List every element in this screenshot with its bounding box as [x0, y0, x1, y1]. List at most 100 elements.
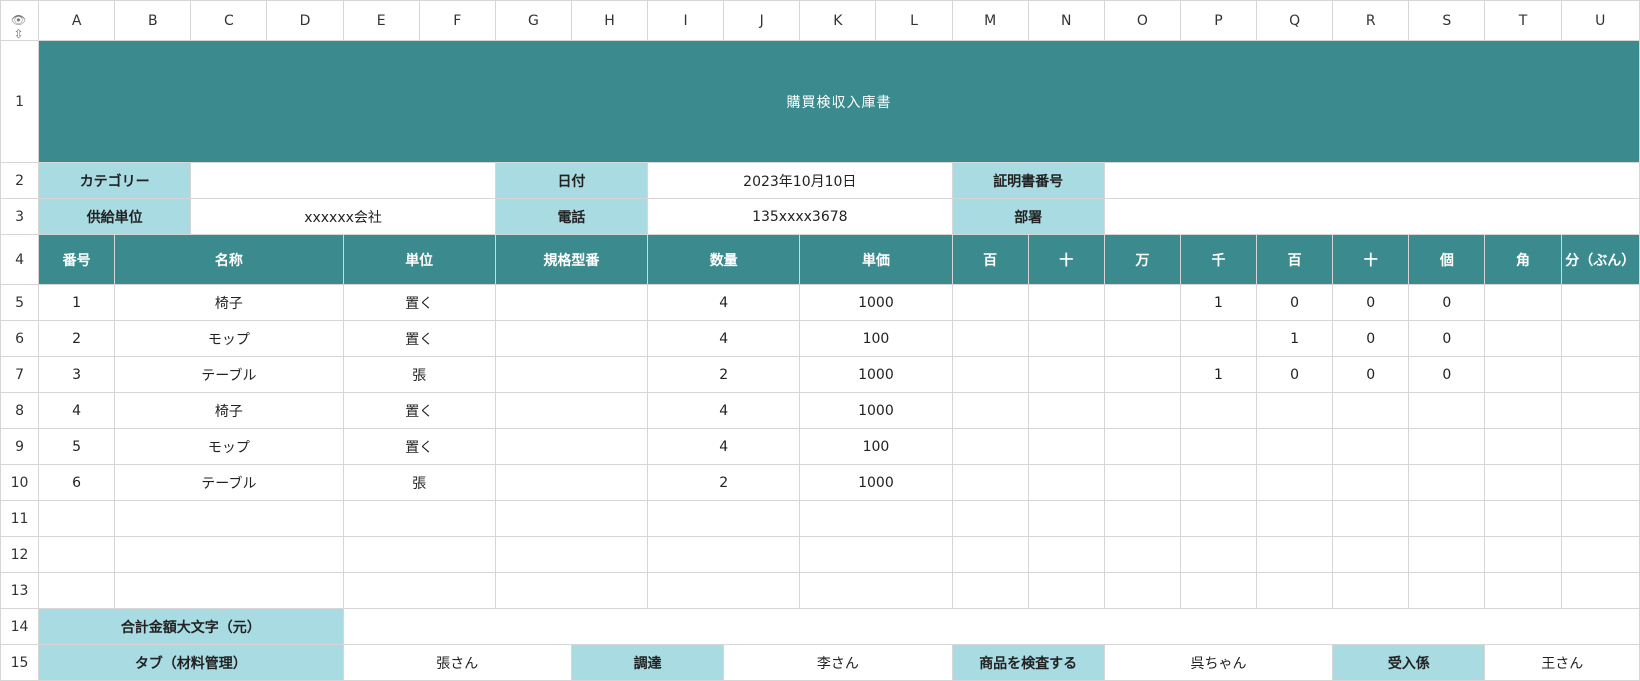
- cell-digit[interactable]: [1103, 356, 1181, 393]
- column-header-t[interactable]: T: [1484, 0, 1562, 41]
- cell-digit[interactable]: [1408, 500, 1486, 537]
- cell-digit[interactable]: [951, 500, 1029, 537]
- cell-digit[interactable]: [1179, 392, 1258, 429]
- cell-digit[interactable]: 0: [1332, 356, 1410, 393]
- column-header-l[interactable]: L: [875, 0, 953, 41]
- cell-name[interactable]: [114, 536, 344, 573]
- cell-no[interactable]: [38, 500, 116, 537]
- cell-name[interactable]: テーブル: [114, 356, 344, 393]
- cell-unit[interactable]: [342, 536, 496, 573]
- row-header-9[interactable]: 9: [0, 428, 40, 465]
- header-unit-price[interactable]: 単価: [799, 234, 953, 285]
- cell-digit[interactable]: [1103, 284, 1181, 321]
- header-digit-one[interactable]: 個: [1408, 234, 1486, 285]
- cell-name[interactable]: テーブル: [114, 464, 344, 501]
- column-header-f[interactable]: F: [418, 0, 496, 41]
- cell-digit[interactable]: [951, 464, 1029, 501]
- cell-digit[interactable]: [1027, 536, 1105, 573]
- column-header-a[interactable]: A: [38, 0, 116, 41]
- cell-digit[interactable]: 1: [1256, 320, 1334, 357]
- header-number[interactable]: 番号: [38, 234, 116, 285]
- cell-qty[interactable]: [647, 500, 801, 537]
- cell-unit[interactable]: 張: [342, 464, 496, 501]
- cell-no[interactable]: [38, 536, 116, 573]
- cell-name[interactable]: モップ: [114, 428, 344, 465]
- cell-digit[interactable]: [1103, 572, 1181, 609]
- cell-digit[interactable]: [1484, 500, 1562, 537]
- cell-digit[interactable]: [1332, 428, 1410, 465]
- dept-value[interactable]: [1103, 198, 1640, 235]
- cell-name[interactable]: モップ: [114, 320, 344, 357]
- cell-digit[interactable]: 1: [1179, 356, 1258, 393]
- cell-digit[interactable]: [951, 572, 1029, 609]
- column-header-k[interactable]: K: [799, 0, 877, 41]
- cell-unit[interactable]: 張: [342, 356, 496, 393]
- dept-label[interactable]: 部署: [951, 198, 1105, 235]
- cell-digit[interactable]: [1484, 572, 1562, 609]
- cell-name[interactable]: 椅子: [114, 284, 344, 321]
- cell-digit[interactable]: [1484, 392, 1562, 429]
- column-header-s[interactable]: S: [1408, 0, 1486, 41]
- cell-digit[interactable]: [1256, 392, 1334, 429]
- column-header-p[interactable]: P: [1179, 0, 1258, 41]
- cell-digit[interactable]: [1256, 536, 1334, 573]
- cell-unit[interactable]: 置く: [342, 284, 496, 321]
- row-header-11[interactable]: 11: [0, 500, 40, 537]
- cell-digit[interactable]: [1560, 536, 1640, 573]
- cell-spec[interactable]: [494, 572, 649, 609]
- cell-digit[interactable]: [1484, 428, 1562, 465]
- phone-label[interactable]: 電話: [494, 198, 649, 235]
- eye-icon[interactable]: 👁: [11, 13, 26, 27]
- cell-digit[interactable]: [1179, 572, 1258, 609]
- row-header-14[interactable]: 14: [0, 608, 40, 645]
- cell-digit[interactable]: 0: [1408, 284, 1486, 321]
- procure-value[interactable]: 李さん: [723, 644, 953, 681]
- tab-label[interactable]: タブ（材料管理）: [38, 644, 344, 681]
- cell-digit[interactable]: [951, 536, 1029, 573]
- cell-digit[interactable]: [1179, 536, 1258, 573]
- cell-digit[interactable]: [1484, 284, 1562, 321]
- cell-unit[interactable]: [342, 572, 496, 609]
- date-label[interactable]: 日付: [494, 162, 649, 199]
- cell-digit[interactable]: [1560, 572, 1640, 609]
- cell-digit[interactable]: [1103, 500, 1181, 537]
- cell-digit[interactable]: [1027, 284, 1105, 321]
- cell-unit[interactable]: 置く: [342, 392, 496, 429]
- header-digit-hundred[interactable]: 百: [1256, 234, 1334, 285]
- row-header-5[interactable]: 5: [0, 284, 40, 321]
- row-header-2[interactable]: 2: [0, 162, 40, 199]
- cell-no[interactable]: [38, 572, 116, 609]
- column-header-m[interactable]: M: [951, 0, 1029, 41]
- header-digit-hundred-thousand[interactable]: 百: [951, 234, 1029, 285]
- cell-digit[interactable]: [1027, 428, 1105, 465]
- cell-digit[interactable]: [1484, 320, 1562, 357]
- cell-digit[interactable]: [1027, 572, 1105, 609]
- row-header-10[interactable]: 10: [0, 464, 40, 501]
- row-header-3[interactable]: 3: [0, 198, 40, 235]
- cell-digit[interactable]: [1408, 428, 1486, 465]
- date-value[interactable]: 2023年10月10日: [647, 162, 953, 199]
- cell-name[interactable]: [114, 500, 344, 537]
- cell-digit[interactable]: [1332, 500, 1410, 537]
- cell-qty[interactable]: 4: [647, 428, 801, 465]
- cell-no[interactable]: 1: [38, 284, 116, 321]
- cell-digit[interactable]: [1560, 500, 1640, 537]
- cell-digit[interactable]: [1179, 428, 1258, 465]
- column-header-q[interactable]: Q: [1256, 0, 1334, 41]
- cell-digit[interactable]: [951, 320, 1029, 357]
- category-value[interactable]: [190, 162, 496, 199]
- column-header-u[interactable]: U: [1560, 0, 1640, 41]
- header-digit-ten-thousand-upper[interactable]: 十: [1027, 234, 1105, 285]
- cell-digit[interactable]: 0: [1408, 320, 1486, 357]
- cell-digit[interactable]: [1027, 356, 1105, 393]
- cell-price[interactable]: 100: [799, 428, 953, 465]
- cell-digit[interactable]: [1179, 464, 1258, 501]
- cell-no[interactable]: 4: [38, 392, 116, 429]
- cell-no[interactable]: 6: [38, 464, 116, 501]
- column-header-n[interactable]: N: [1027, 0, 1105, 41]
- header-digit-kaku[interactable]: 角: [1484, 234, 1562, 285]
- cell-digit[interactable]: 0: [1256, 284, 1334, 321]
- cell-digit[interactable]: [1027, 392, 1105, 429]
- column-header-j[interactable]: J: [723, 0, 801, 41]
- column-header-e[interactable]: E: [342, 0, 420, 41]
